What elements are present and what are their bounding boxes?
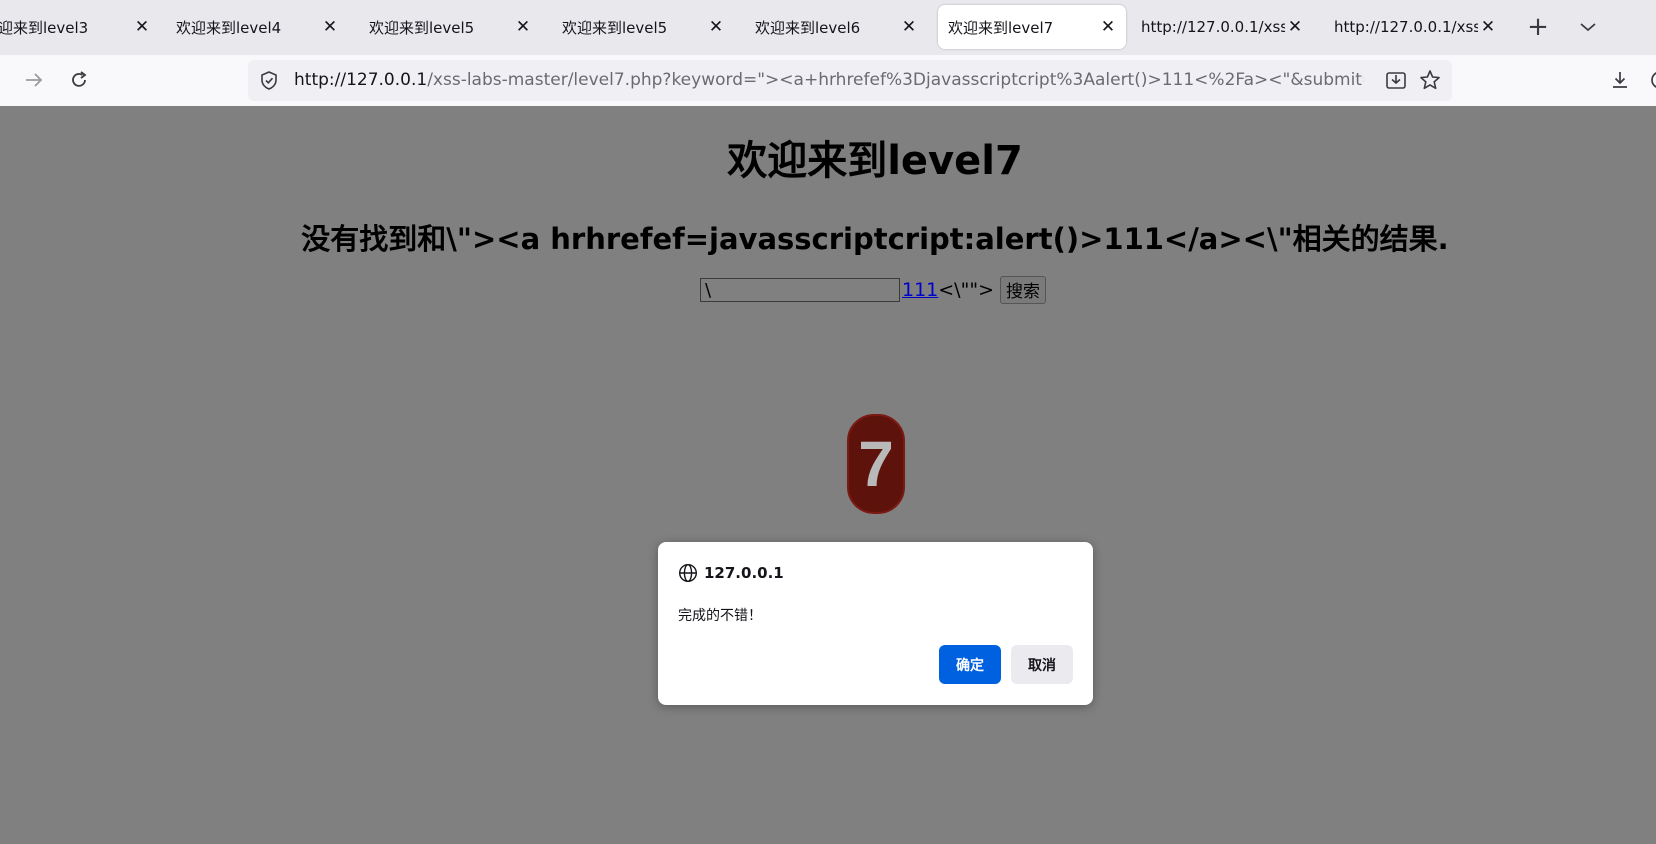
navigation-toolbar: http://127.0.0.1/xss-labs-master/level7.…	[0, 55, 1656, 107]
close-icon[interactable]: ✕	[132, 17, 152, 37]
close-icon[interactable]: ✕	[706, 17, 726, 37]
page-content: 欢迎来到level7 没有找到和\"><a hrhrefef=javasscri…	[0, 106, 1656, 844]
tab-url-1[interactable]: http://127.0.0.1/xss-l ✕	[1131, 5, 1313, 49]
tab-level5[interactable]: 欢迎来到level5 ✕	[359, 5, 541, 49]
search-input[interactable]	[700, 278, 900, 302]
account-icon[interactable]	[1644, 64, 1656, 96]
close-icon[interactable]: ✕	[1285, 17, 1305, 37]
close-icon[interactable]: ✕	[320, 17, 340, 37]
tab-title: 欢迎来到level7	[948, 18, 1054, 37]
tab-title: 欢迎来到level5	[562, 18, 668, 37]
tab-title: 欢迎来到level5	[369, 18, 475, 37]
search-form: 111 <\""> 搜索	[700, 276, 1046, 304]
alert-dialog: 127.0.0.1 完成的不错！ 确定 取消	[658, 542, 1093, 705]
search-result-text: 没有找到和\"><a hrhrefef=javasscriptcript:ale…	[301, 222, 1449, 256]
close-icon[interactable]: ✕	[513, 17, 533, 37]
tab-level3[interactable]: 迎来到level3 ✕	[0, 5, 160, 49]
dialog-origin: 127.0.0.1	[678, 562, 784, 584]
close-icon[interactable]: ✕	[899, 17, 919, 37]
cancel-button[interactable]: 取消	[1011, 645, 1073, 684]
url-bar[interactable]: http://127.0.0.1/xss-labs-master/level7.…	[248, 60, 1452, 101]
ok-button[interactable]: 确定	[939, 645, 1001, 684]
url-host: http://127.0.0.1	[294, 70, 428, 90]
tab-level5-second[interactable]: 欢迎来到level5 ✕	[552, 5, 734, 49]
tab-title: http://127.0.0.1/xss-l	[1334, 18, 1478, 36]
tab-url-2[interactable]: http://127.0.0.1/xss-l ✕	[1324, 5, 1506, 49]
shield-icon[interactable]	[259, 70, 279, 95]
url-path: /xss-labs-master/level7.php?keyword="><a…	[427, 70, 1364, 90]
new-tab-icon[interactable]: +	[1521, 10, 1555, 44]
tab-level7[interactable]: 欢迎来到level7 ✕	[938, 5, 1126, 49]
tab-title: 迎来到level3	[0, 18, 89, 37]
close-icon[interactable]: ✕	[1098, 17, 1118, 37]
tab-title: 欢迎来到level6	[755, 18, 861, 37]
forward-icon[interactable]	[18, 64, 50, 96]
bookmark-star-icon[interactable]	[1419, 69, 1441, 95]
page-title: 欢迎来到level7	[727, 138, 1023, 184]
injected-text: <\"">	[938, 279, 994, 301]
reload-icon[interactable]	[63, 64, 95, 96]
dialog-message: 完成的不错！	[678, 608, 762, 624]
injected-link[interactable]: 111	[902, 279, 938, 301]
tab-level6[interactable]: 欢迎来到level6 ✕	[745, 5, 927, 49]
url-text[interactable]: http://127.0.0.1/xss-labs-master/level7.…	[294, 60, 1364, 101]
globe-icon	[678, 563, 698, 583]
dialog-origin-text: 127.0.0.1	[704, 564, 784, 582]
list-all-tabs-icon[interactable]	[1571, 10, 1605, 44]
save-to-pocket-icon[interactable]	[1385, 70, 1407, 95]
downloads-icon[interactable]	[1604, 64, 1636, 96]
tab-title: http://127.0.0.1/xss-l	[1141, 18, 1285, 36]
tab-level4[interactable]: 欢迎来到level4 ✕	[166, 5, 348, 49]
close-icon[interactable]: ✕	[1478, 17, 1498, 37]
tab-title: 欢迎来到level4	[176, 18, 282, 37]
tab-strip: 迎来到level3 ✕ 欢迎来到level4 ✕ 欢迎来到level5 ✕ 欢迎…	[0, 0, 1656, 55]
search-button[interactable]: 搜索	[1000, 276, 1046, 304]
level-badge-image: 7	[847, 414, 905, 514]
